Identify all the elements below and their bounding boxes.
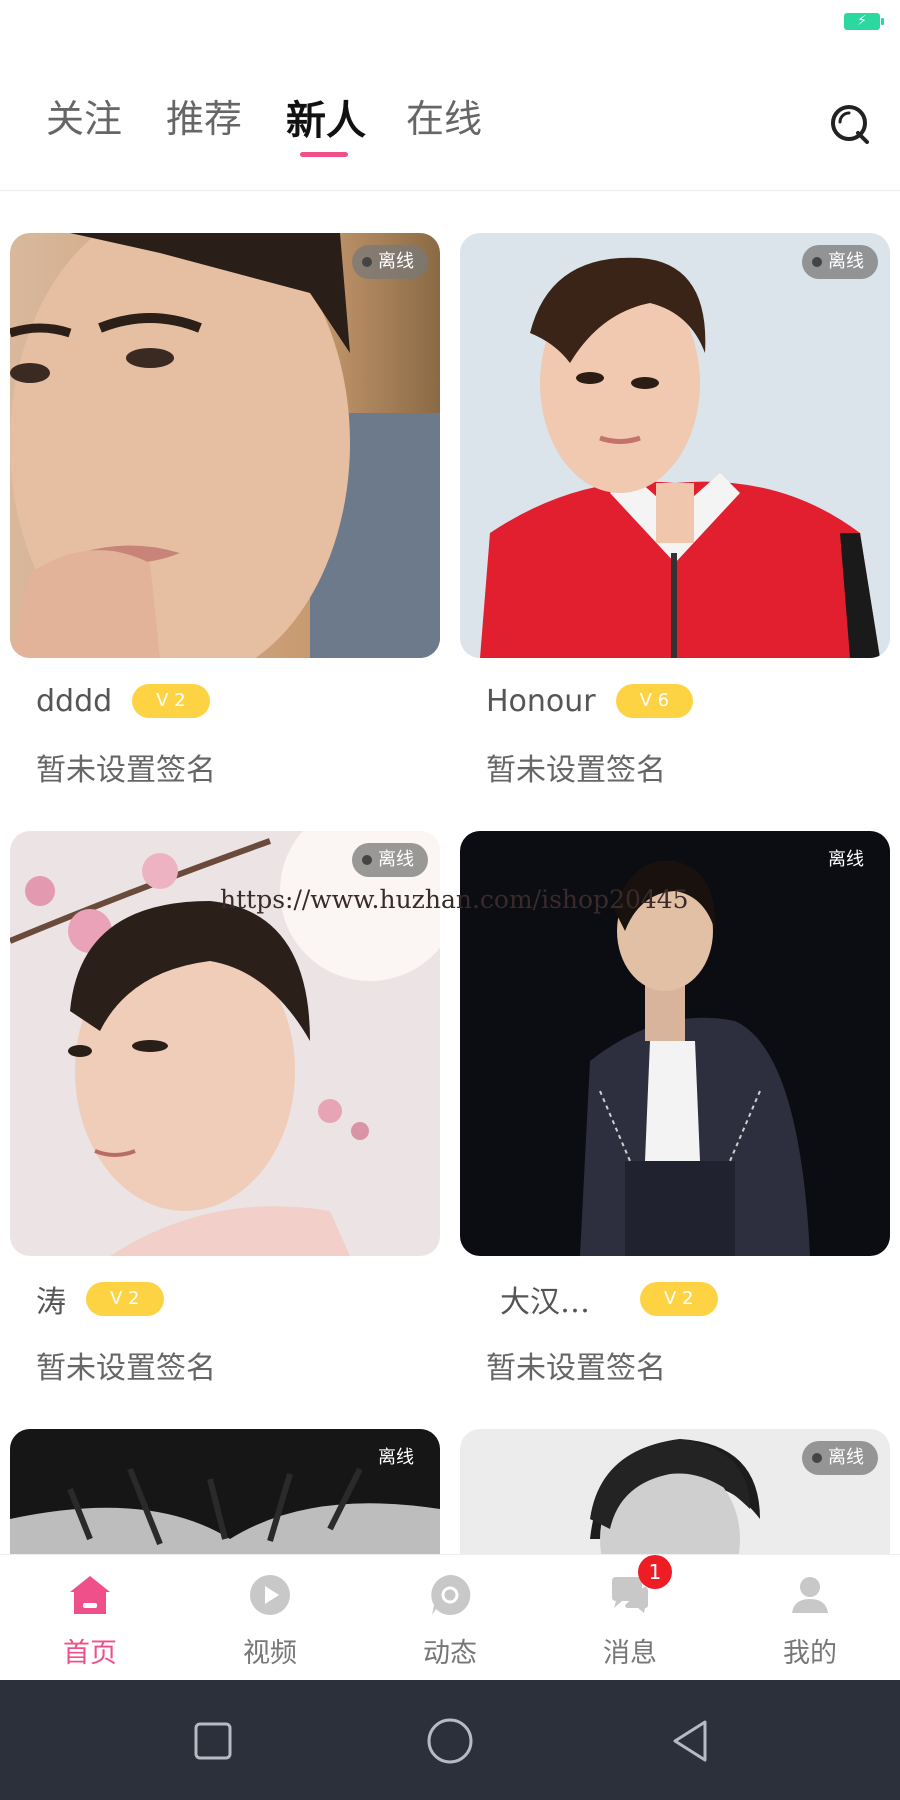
status-bar: ⚡ [0, 0, 900, 44]
status-text: 离线 [828, 1447, 864, 1468]
level-badge: V 2 [640, 1282, 718, 1316]
user-photo[interactable]: 离线 [10, 233, 440, 658]
user-signature: 暂未设置签名 [486, 753, 666, 788]
status-badge: 离线 [802, 245, 878, 279]
charging-battery-icon: ⚡ [844, 13, 884, 30]
nav-item-profile[interactable]: 我的 [720, 1555, 900, 1681]
level-badge: V 2 [132, 684, 210, 718]
user-photo[interactable]: 离线 [460, 831, 890, 1256]
nav-item-home[interactable]: 首页 [0, 1555, 180, 1681]
user-photo[interactable]: 离线 [460, 1429, 890, 1554]
status-dot-icon [812, 1453, 822, 1463]
back-icon[interactable] [665, 1716, 715, 1766]
status-badge: 离线 [352, 245, 428, 279]
level-badge: V 6 [615, 684, 694, 718]
level-badge: V 2 [86, 1282, 164, 1316]
nav-item-moments[interactable]: 动态 [360, 1555, 540, 1681]
home-circle-icon[interactable] [425, 1716, 475, 1766]
name-row: 涛 V 2 [36, 1279, 164, 1320]
status-dot-icon [362, 855, 372, 865]
status-text: 离线 [378, 1447, 414, 1468]
user-card[interactable]: 离线 [10, 1429, 440, 1554]
status-badge: 离线 [818, 843, 878, 877]
status-dot-icon [362, 257, 372, 267]
moments-icon [431, 1574, 471, 1615]
status-text: 离线 [828, 251, 864, 272]
user-card[interactable]: 离线 [460, 1429, 890, 1554]
user-card[interactable]: 离线 dddd V 2 暂未设置签名 [10, 233, 440, 813]
status-dot-icon [812, 257, 822, 267]
user-signature: 暂未设置签名 [36, 1351, 216, 1386]
name-row: dddd V 2 [36, 681, 210, 721]
nav-label: 首页 [63, 1638, 117, 1669]
user-signature: 暂未设置签名 [36, 753, 216, 788]
user-signature: 暂未设置签名 [486, 1351, 666, 1386]
nav-item-video[interactable]: 视频 [180, 1555, 360, 1681]
status-text: 离线 [828, 849, 864, 870]
tab-online[interactable]: 在线 [406, 88, 482, 143]
nav-label: 动态 [423, 1638, 477, 1669]
name-row: Honour V 6 [486, 681, 694, 721]
user-name: 涛 [36, 1285, 66, 1320]
unread-badge: 1 [638, 1555, 672, 1589]
play-icon [250, 1575, 290, 1615]
user-card[interactable]: 离线 涛 V 2 暂未设置签名 [10, 831, 440, 1411]
user-photo[interactable]: 离线 [10, 1429, 440, 1554]
recents-icon[interactable] [188, 1716, 238, 1766]
nav-label: 我的 [783, 1638, 837, 1669]
user-name: dddd [36, 683, 113, 719]
status-text: 离线 [378, 849, 414, 870]
status-badge: 离线 [802, 1441, 878, 1475]
nav-label: 视频 [243, 1638, 297, 1669]
home-icon [70, 1576, 110, 1614]
name-row: 大汉… V 2 [500, 1279, 718, 1320]
nav-label: 消息 [603, 1638, 657, 1669]
user-name: 大汉… [500, 1285, 590, 1320]
user-card[interactable]: 离线 Honour V 6 暂未设置签名 [460, 233, 890, 813]
tab-follow[interactable]: 关注 [46, 88, 122, 143]
profile-icon [792, 1577, 828, 1613]
search-icon [831, 105, 869, 144]
system-nav-bar [0, 1680, 900, 1800]
status-text: 离线 [378, 251, 414, 272]
user-feed: 离线 dddd V 2 暂未设置签名 离线 Honour V 6 暂未设置签名 … [0, 191, 900, 1554]
active-tab-indicator [300, 152, 348, 157]
bottom-nav: 首页 视频 动态 1 消息 我的 [0, 1554, 900, 1681]
tab-recommend[interactable]: 推荐 [166, 88, 242, 143]
search-button[interactable] [828, 102, 872, 146]
status-badge: 离线 [368, 1441, 428, 1475]
tab-newcomers[interactable]: 新人 [286, 88, 366, 146]
nav-item-messages[interactable]: 1 消息 [540, 1555, 720, 1681]
user-name: Honour [486, 683, 596, 719]
top-tab-bar: 关注 推荐 新人 在线 [0, 70, 900, 191]
status-badge: 离线 [352, 843, 428, 877]
user-photo[interactable]: 离线 [460, 233, 890, 658]
user-card[interactable]: 离线 大汉… V 2 暂未设置签名 [460, 831, 890, 1411]
user-photo[interactable]: 离线 [10, 831, 440, 1256]
